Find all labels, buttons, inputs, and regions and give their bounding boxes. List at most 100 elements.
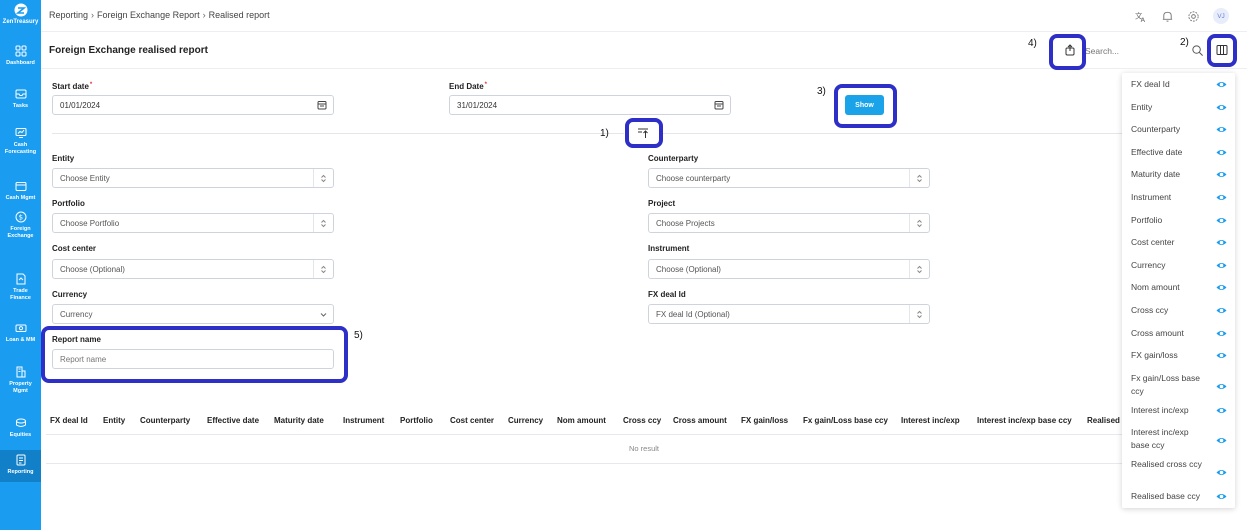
- column-toggle-item[interactable]: Fx gain/Loss base ccy: [1131, 372, 1231, 398]
- eye-icon[interactable]: [1216, 350, 1227, 361]
- coins-icon: [15, 418, 26, 427]
- fx-deal-select[interactable]: FX deal Id (Optional): [648, 304, 930, 324]
- currency-placeholder: Currency: [60, 309, 93, 319]
- currency-select[interactable]: Currency: [52, 304, 334, 324]
- column-header[interactable]: Counterparty: [140, 416, 190, 425]
- column-header[interactable]: Maturity date: [274, 416, 324, 425]
- column-header[interactable]: Cost center: [450, 416, 494, 425]
- updown-icon: [313, 169, 333, 187]
- sidebar-item-cash-forecasting[interactable]: Cash Forecasting: [0, 123, 41, 168]
- column-header[interactable]: Cross ccy: [623, 416, 661, 425]
- column-toggle-item[interactable]: Interest inc/exp: [1131, 404, 1231, 417]
- column-toggle-item[interactable]: Maturity date: [1131, 168, 1231, 181]
- sidebar-item-label: Equities: [9, 432, 32, 438]
- instrument-select[interactable]: Choose (Optional): [648, 259, 930, 279]
- start-date-field[interactable]: 01/01/2024: [52, 95, 334, 115]
- cost-center-select[interactable]: Choose (Optional): [52, 259, 334, 279]
- eye-icon[interactable]: [1216, 237, 1227, 248]
- divider-right: [662, 133, 1122, 134]
- avatar[interactable]: VJ: [1213, 8, 1229, 24]
- column-toggle-label: Instrument: [1131, 192, 1172, 202]
- logo[interactable]: ZenTreasury: [0, 0, 41, 34]
- eye-icon[interactable]: [1216, 147, 1227, 158]
- column-header[interactable]: FX deal Id: [50, 416, 88, 425]
- column-toggle-item[interactable]: Cross ccy: [1131, 304, 1231, 317]
- fx-deal-placeholder: FX deal Id (Optional): [656, 309, 730, 319]
- calendar-icon[interactable]: [714, 100, 724, 110]
- counterparty-select[interactable]: Choose counterparty: [648, 168, 930, 188]
- eye-icon[interactable]: [1216, 102, 1227, 113]
- eye-icon[interactable]: [1216, 467, 1227, 478]
- entity-select[interactable]: Choose Entity: [52, 168, 334, 188]
- column-header[interactable]: Nom amount: [557, 416, 606, 425]
- eye-icon[interactable]: [1216, 405, 1227, 416]
- eye-icon[interactable]: [1216, 79, 1227, 90]
- column-header[interactable]: Interest inc/exp base ccy: [977, 416, 1072, 425]
- end-date-field[interactable]: 31/01/2024: [449, 95, 731, 115]
- column-toggle-item[interactable]: Portfolio: [1131, 214, 1231, 227]
- eye-icon[interactable]: [1216, 169, 1227, 180]
- entity-label: Entity: [52, 154, 75, 163]
- sidebar-item-equities[interactable]: Equities: [0, 413, 41, 443]
- translate-icon[interactable]: 文A: [1135, 10, 1148, 23]
- column-toggle-item[interactable]: Realised cross ccy: [1131, 458, 1231, 476]
- column-toggle-item[interactable]: Realised base ccy: [1131, 490, 1231, 503]
- column-toggle-label: FX gain/loss: [1131, 350, 1178, 361]
- annotation-2: 2): [1180, 37, 1189, 48]
- sidebar-item-trade-finance[interactable]: Trade Finance: [0, 269, 41, 307]
- sidebar-item-dashboard[interactable]: Dashboard: [0, 41, 41, 71]
- column-header[interactable]: Cross amount: [673, 416, 727, 425]
- eye-icon[interactable]: [1216, 192, 1227, 203]
- eye-icon[interactable]: [1216, 491, 1227, 502]
- eye-icon[interactable]: [1216, 305, 1227, 316]
- project-placeholder: Choose Projects: [656, 218, 715, 228]
- column-header[interactable]: Entity: [103, 416, 125, 425]
- column-header[interactable]: Effective date: [207, 416, 259, 425]
- project-select[interactable]: Choose Projects: [648, 213, 930, 233]
- column-header[interactable]: Interest inc/exp: [901, 416, 960, 425]
- app-root: ZenTreasury Dashboard Tasks Cash Forecasti…: [0, 0, 1247, 530]
- column-header[interactable]: Portfolio: [400, 416, 433, 425]
- column-toggle-item[interactable]: Effective date: [1131, 146, 1231, 159]
- column-toggle-item[interactable]: Entity: [1131, 101, 1231, 114]
- eye-icon[interactable]: [1216, 328, 1227, 339]
- column-toggle-item[interactable]: FX deal Id: [1131, 78, 1231, 91]
- column-header[interactable]: Currency: [508, 416, 543, 425]
- column-toggle-item[interactable]: Instrument: [1131, 191, 1231, 204]
- column-toggle-item[interactable]: Interest inc/exp base ccy: [1131, 426, 1231, 452]
- eye-icon[interactable]: [1216, 260, 1227, 271]
- gear-icon[interactable]: [1187, 10, 1200, 23]
- column-header[interactable]: FX gain/loss: [741, 416, 788, 425]
- sidebar-item-tasks[interactable]: Tasks: [0, 84, 41, 114]
- sidebar-item-reporting[interactable]: Reporting: [0, 450, 41, 482]
- breadcrumb-item-realised: Realised report: [208, 10, 270, 20]
- column-header[interactable]: Realised c: [1087, 416, 1127, 425]
- breadcrumb-item-fx-report[interactable]: Foreign Exchange Report: [97, 10, 200, 20]
- eye-icon[interactable]: [1216, 435, 1227, 446]
- sidebar-item-loan-mm[interactable]: Loan & MM: [0, 318, 41, 348]
- eye-icon[interactable]: [1216, 381, 1227, 392]
- search-input[interactable]: [1085, 44, 1165, 58]
- sidebar-item-foreign-exchange[interactable]: $ Foreign Exchange: [0, 207, 41, 249]
- eye-icon[interactable]: [1216, 215, 1227, 226]
- column-header[interactable]: Instrument: [343, 416, 384, 425]
- sidebar-item-property-mgmt[interactable]: Property Mgmt: [0, 362, 41, 400]
- search-icon[interactable]: [1191, 44, 1204, 57]
- money-icon: [15, 324, 26, 332]
- column-toggle-item[interactable]: Counterparty: [1131, 123, 1231, 136]
- sidebar-item-cash-mgmt[interactable]: Cash Mgmt: [0, 176, 41, 206]
- column-header[interactable]: Fx gain/Loss base ccy: [803, 416, 888, 425]
- column-toggle-item[interactable]: Currency: [1131, 259, 1231, 272]
- portfolio-select[interactable]: Choose Portfolio: [52, 213, 334, 233]
- column-toggle-item[interactable]: FX gain/loss: [1131, 349, 1231, 362]
- calendar-icon[interactable]: [317, 100, 327, 110]
- column-toggle-item[interactable]: Cost center: [1131, 236, 1231, 249]
- table-header: FX deal Id Entity Counterparty Effective da…: [46, 405, 1127, 435]
- column-toggle-item[interactable]: Nom amount: [1131, 281, 1231, 294]
- eye-icon[interactable]: [1216, 124, 1227, 135]
- eye-icon[interactable]: [1216, 282, 1227, 293]
- column-toggle-item[interactable]: Cross amount: [1131, 327, 1231, 340]
- empty-state: No result: [628, 444, 659, 453]
- breadcrumb-item-reporting[interactable]: Reporting: [49, 10, 88, 20]
- bell-icon[interactable]: [1161, 10, 1174, 23]
